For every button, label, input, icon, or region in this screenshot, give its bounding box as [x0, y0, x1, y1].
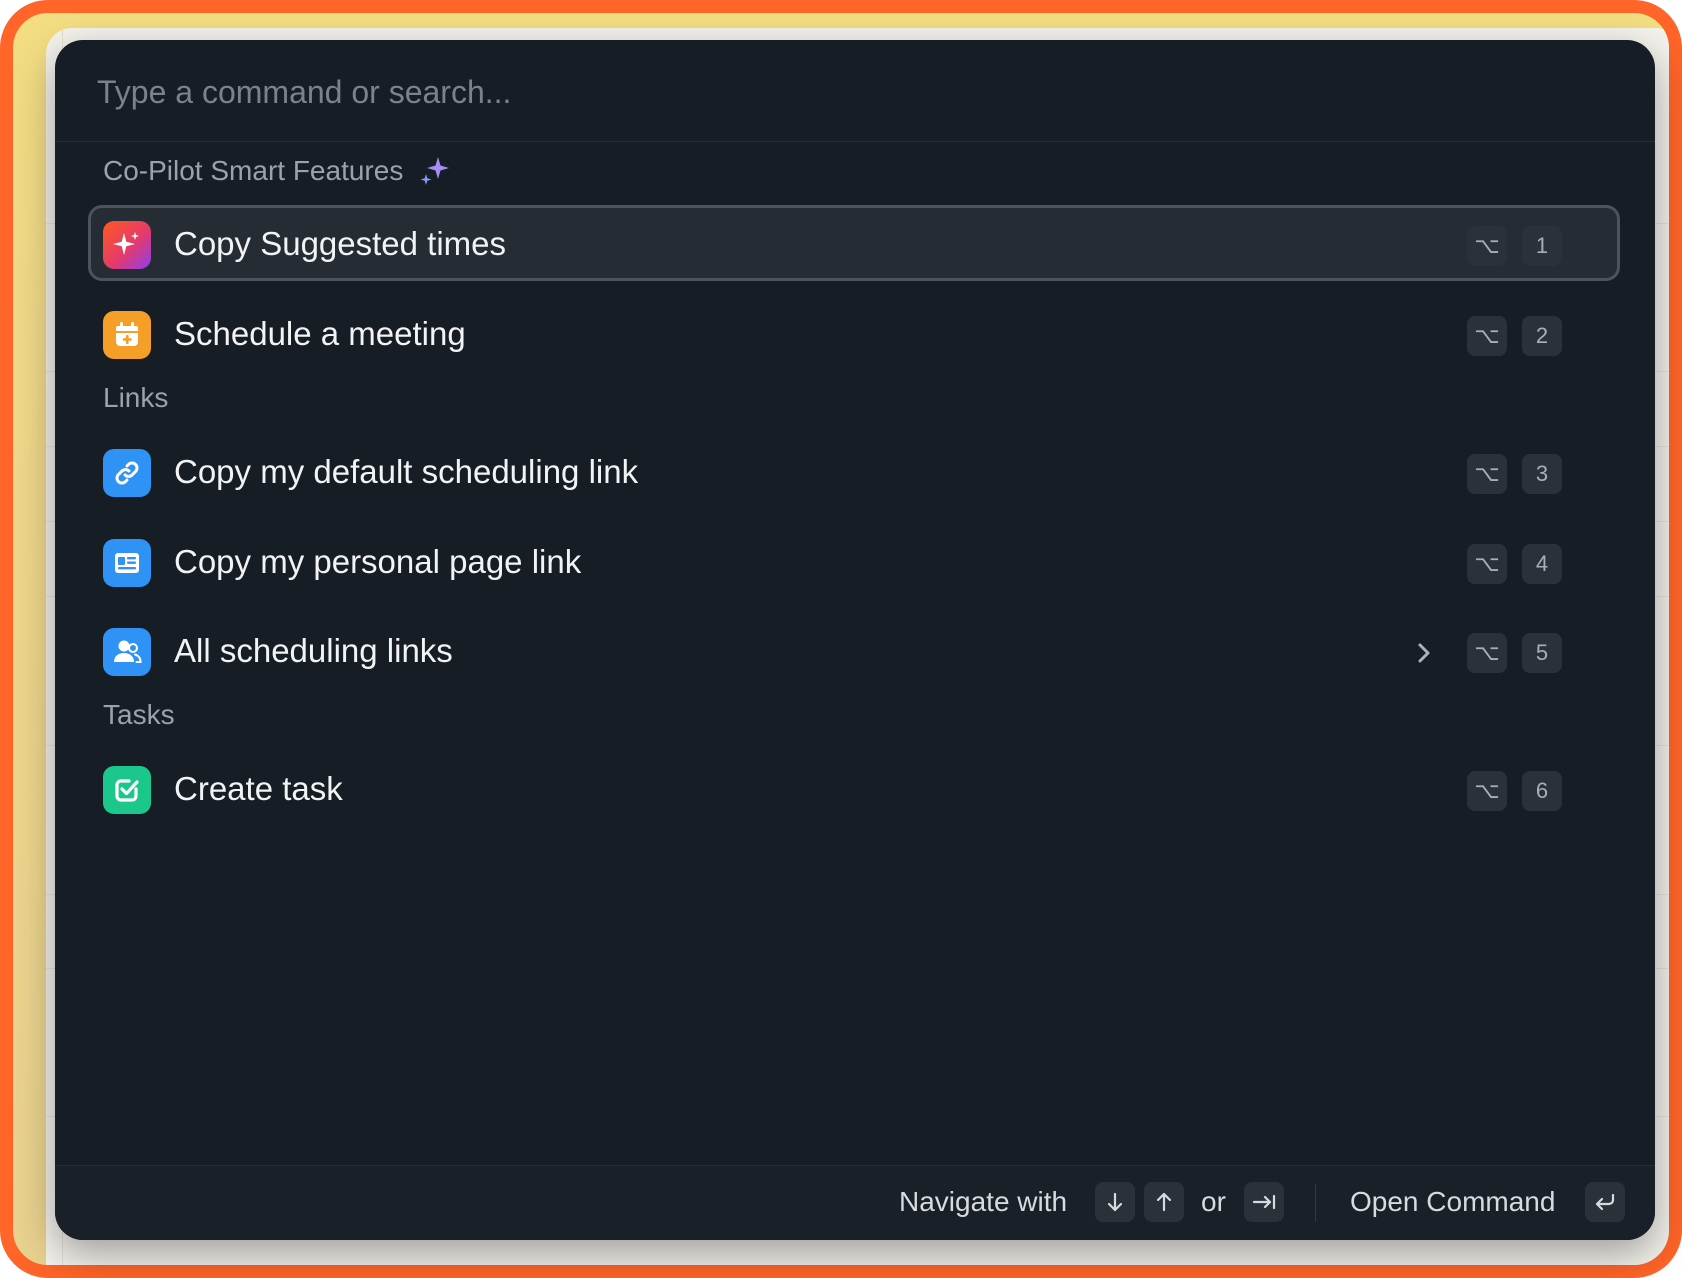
command-item-copy-default-link[interactable]: Copy my default scheduling link ⌥ 3: [88, 433, 1620, 509]
command-item-all-scheduling-links[interactable]: All scheduling links ⌥ 5: [88, 612, 1620, 688]
option-key-badge: ⌥: [1467, 544, 1507, 584]
section-label: Co-Pilot Smart Features: [103, 155, 404, 186]
sparkle-icon: [103, 221, 151, 269]
arrow-up-icon: [1144, 1182, 1184, 1222]
option-key-badge: ⌥: [1467, 633, 1507, 673]
return-icon: [1585, 1182, 1625, 1222]
command-item-label: Copy my personal page link: [174, 543, 582, 580]
footer-divider: [1315, 1184, 1316, 1222]
option-key-badge: ⌥: [1467, 771, 1507, 811]
command-item-copy-personal-page-link[interactable]: Copy my personal page link ⌥ 4: [88, 523, 1620, 599]
option-key-badge: ⌥: [1467, 226, 1507, 266]
shortcut-number-badge: 3: [1522, 454, 1562, 494]
search-bar: [55, 40, 1655, 142]
tab-icon: [1244, 1182, 1284, 1222]
shortcut-number-badge: 2: [1522, 316, 1562, 356]
option-key-badge: ⌥: [1467, 454, 1507, 494]
palette-footer: Navigate with or Open Command: [55, 1165, 1655, 1240]
shortcut-number-badge: 6: [1522, 771, 1562, 811]
sparkle-icon: [420, 157, 450, 185]
section-label: Links: [103, 382, 169, 413]
chevron-right-icon: [1418, 643, 1430, 663]
calendar-plus-icon: [103, 311, 151, 359]
option-key-badge: ⌥: [1467, 316, 1507, 356]
command-search-input[interactable]: [95, 66, 1599, 118]
open-command-label: Open Command: [1350, 1186, 1556, 1217]
or-label: or: [1201, 1186, 1226, 1217]
checkbox-icon: [103, 766, 151, 814]
section-label: Tasks: [103, 699, 175, 730]
link-icon: [103, 449, 151, 497]
page-icon: [103, 539, 151, 587]
command-item-label: Copy my default scheduling link: [174, 453, 639, 490]
section-header-links: Links: [103, 382, 168, 414]
command-item-create-task[interactable]: Create task ⌥ 6: [88, 750, 1620, 826]
command-item-copy-suggested-times[interactable]: Copy Suggested times ⌥ 1: [88, 205, 1620, 281]
shortcut-number-badge: 1: [1522, 226, 1562, 266]
navigate-hint-label: Navigate with: [899, 1186, 1068, 1217]
arrow-down-icon: [1095, 1182, 1135, 1222]
command-item-schedule-meeting[interactable]: Schedule a meeting ⌥ 2: [88, 295, 1620, 371]
shortcut-number-badge: 4: [1522, 544, 1562, 584]
command-palette: Co-Pilot Smart Features Copy Suggested t…: [55, 40, 1655, 1240]
command-item-label: All scheduling links: [174, 632, 453, 669]
shortcut-number-badge: 5: [1522, 633, 1562, 673]
command-item-label: Copy Suggested times: [174, 225, 507, 262]
command-item-label: Create task: [174, 770, 343, 807]
section-header-copilot: Co-Pilot Smart Features: [103, 155, 451, 187]
section-header-tasks: Tasks: [103, 699, 175, 731]
command-item-label: Schedule a meeting: [174, 315, 466, 352]
users-icon: [103, 628, 151, 676]
